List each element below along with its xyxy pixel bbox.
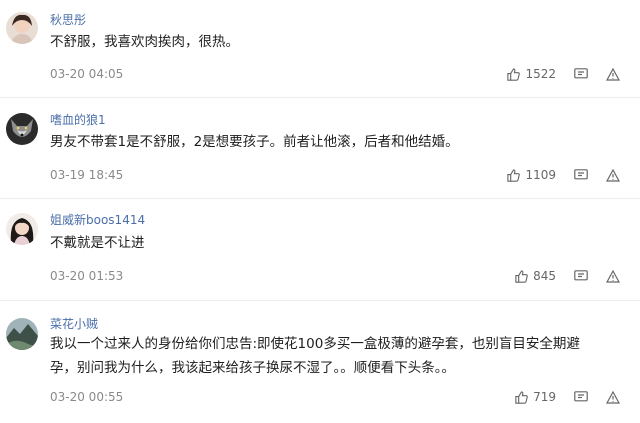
comment-icon: [574, 168, 588, 179]
avatar-wolf-icon: [6, 113, 38, 145]
report-button[interactable]: [606, 67, 620, 81]
timestamp: 03-20 00:55: [50, 390, 124, 404]
comment-item: 秋思彤 不舒服，我喜欢肉挨肉，很热。 03-20 04:05 1522: [0, 0, 640, 100]
reply-button[interactable]: [574, 67, 588, 81]
thumbs-up-icon: [507, 168, 521, 182]
comment-actions: 719: [514, 388, 620, 406]
comment-icon: [574, 67, 588, 78]
comment-text: 男友不带套1是不舒服，2是想要孩子。前者让他滚，后者和他结婚。: [50, 134, 459, 150]
username[interactable]: 菜花小贼: [50, 315, 98, 332]
thumbs-up-icon: [515, 269, 528, 283]
username[interactable]: 嗜血的狼1: [50, 111, 106, 128]
comment-text: 不戴就是不让进: [50, 235, 145, 251]
like-count: 719: [533, 390, 556, 404]
comment-actions: 1522: [506, 65, 620, 83]
like-button[interactable]: 719: [514, 390, 556, 405]
warning-icon: [606, 168, 620, 182]
like-button[interactable]: 1522: [506, 67, 556, 82]
comment-text: 我以一个过来人的身份给你们忠告:即使花100多买一盒极薄的避孕套，也别盲目安全期…: [50, 336, 580, 376]
username[interactable]: 姐威新boos1414: [50, 211, 145, 228]
like-count: 1522: [525, 67, 556, 81]
like-count: 1109: [525, 168, 556, 182]
reply-button[interactable]: [574, 269, 588, 283]
comment-item: 嗜血的狼1 男友不带套1是不舒服，2是想要孩子。前者让他滚，后者和他结婚。 03…: [0, 98, 640, 198]
like-button[interactable]: 845: [514, 269, 556, 284]
thumbs-up-icon: [507, 67, 521, 81]
timestamp: 03-19 18:45: [50, 168, 124, 182]
report-button[interactable]: [606, 269, 620, 283]
comment-item: 菜花小贼 我以一个过来人的身份给你们忠告:即使花100多买一盒极薄的避孕套，也别…: [0, 301, 640, 423]
comment-text: 不舒服，我喜欢肉挨肉，很热。: [50, 34, 239, 50]
avatar-girl-icon: [6, 213, 38, 245]
comment-icon: [574, 390, 588, 401]
avatar[interactable]: [6, 113, 38, 145]
warning-icon: [606, 390, 620, 404]
comment-actions: 845: [514, 267, 620, 285]
timestamp: 03-20 04:05: [50, 67, 124, 81]
like-button[interactable]: 1109: [506, 168, 556, 183]
comment-item: 姐威新boos1414 不戴就是不让进 03-20 01:53 845: [0, 199, 640, 299]
comment-icon: [574, 269, 588, 280]
reply-button[interactable]: [574, 168, 588, 182]
like-count: 845: [533, 269, 556, 283]
avatar[interactable]: [6, 213, 38, 245]
reply-button[interactable]: [574, 390, 588, 404]
report-button[interactable]: [606, 390, 620, 404]
avatar-woman-icon: [6, 12, 38, 44]
warning-icon: [606, 67, 620, 81]
avatar-landscape-icon: [6, 318, 38, 350]
timestamp: 03-20 01:53: [50, 269, 124, 283]
avatar[interactable]: [6, 318, 38, 350]
report-button[interactable]: [606, 168, 620, 182]
warning-icon: [606, 269, 620, 283]
username[interactable]: 秋思彤: [50, 11, 86, 28]
comment-actions: 1109: [506, 166, 620, 184]
avatar[interactable]: [6, 12, 38, 44]
thumbs-up-icon: [515, 390, 528, 404]
